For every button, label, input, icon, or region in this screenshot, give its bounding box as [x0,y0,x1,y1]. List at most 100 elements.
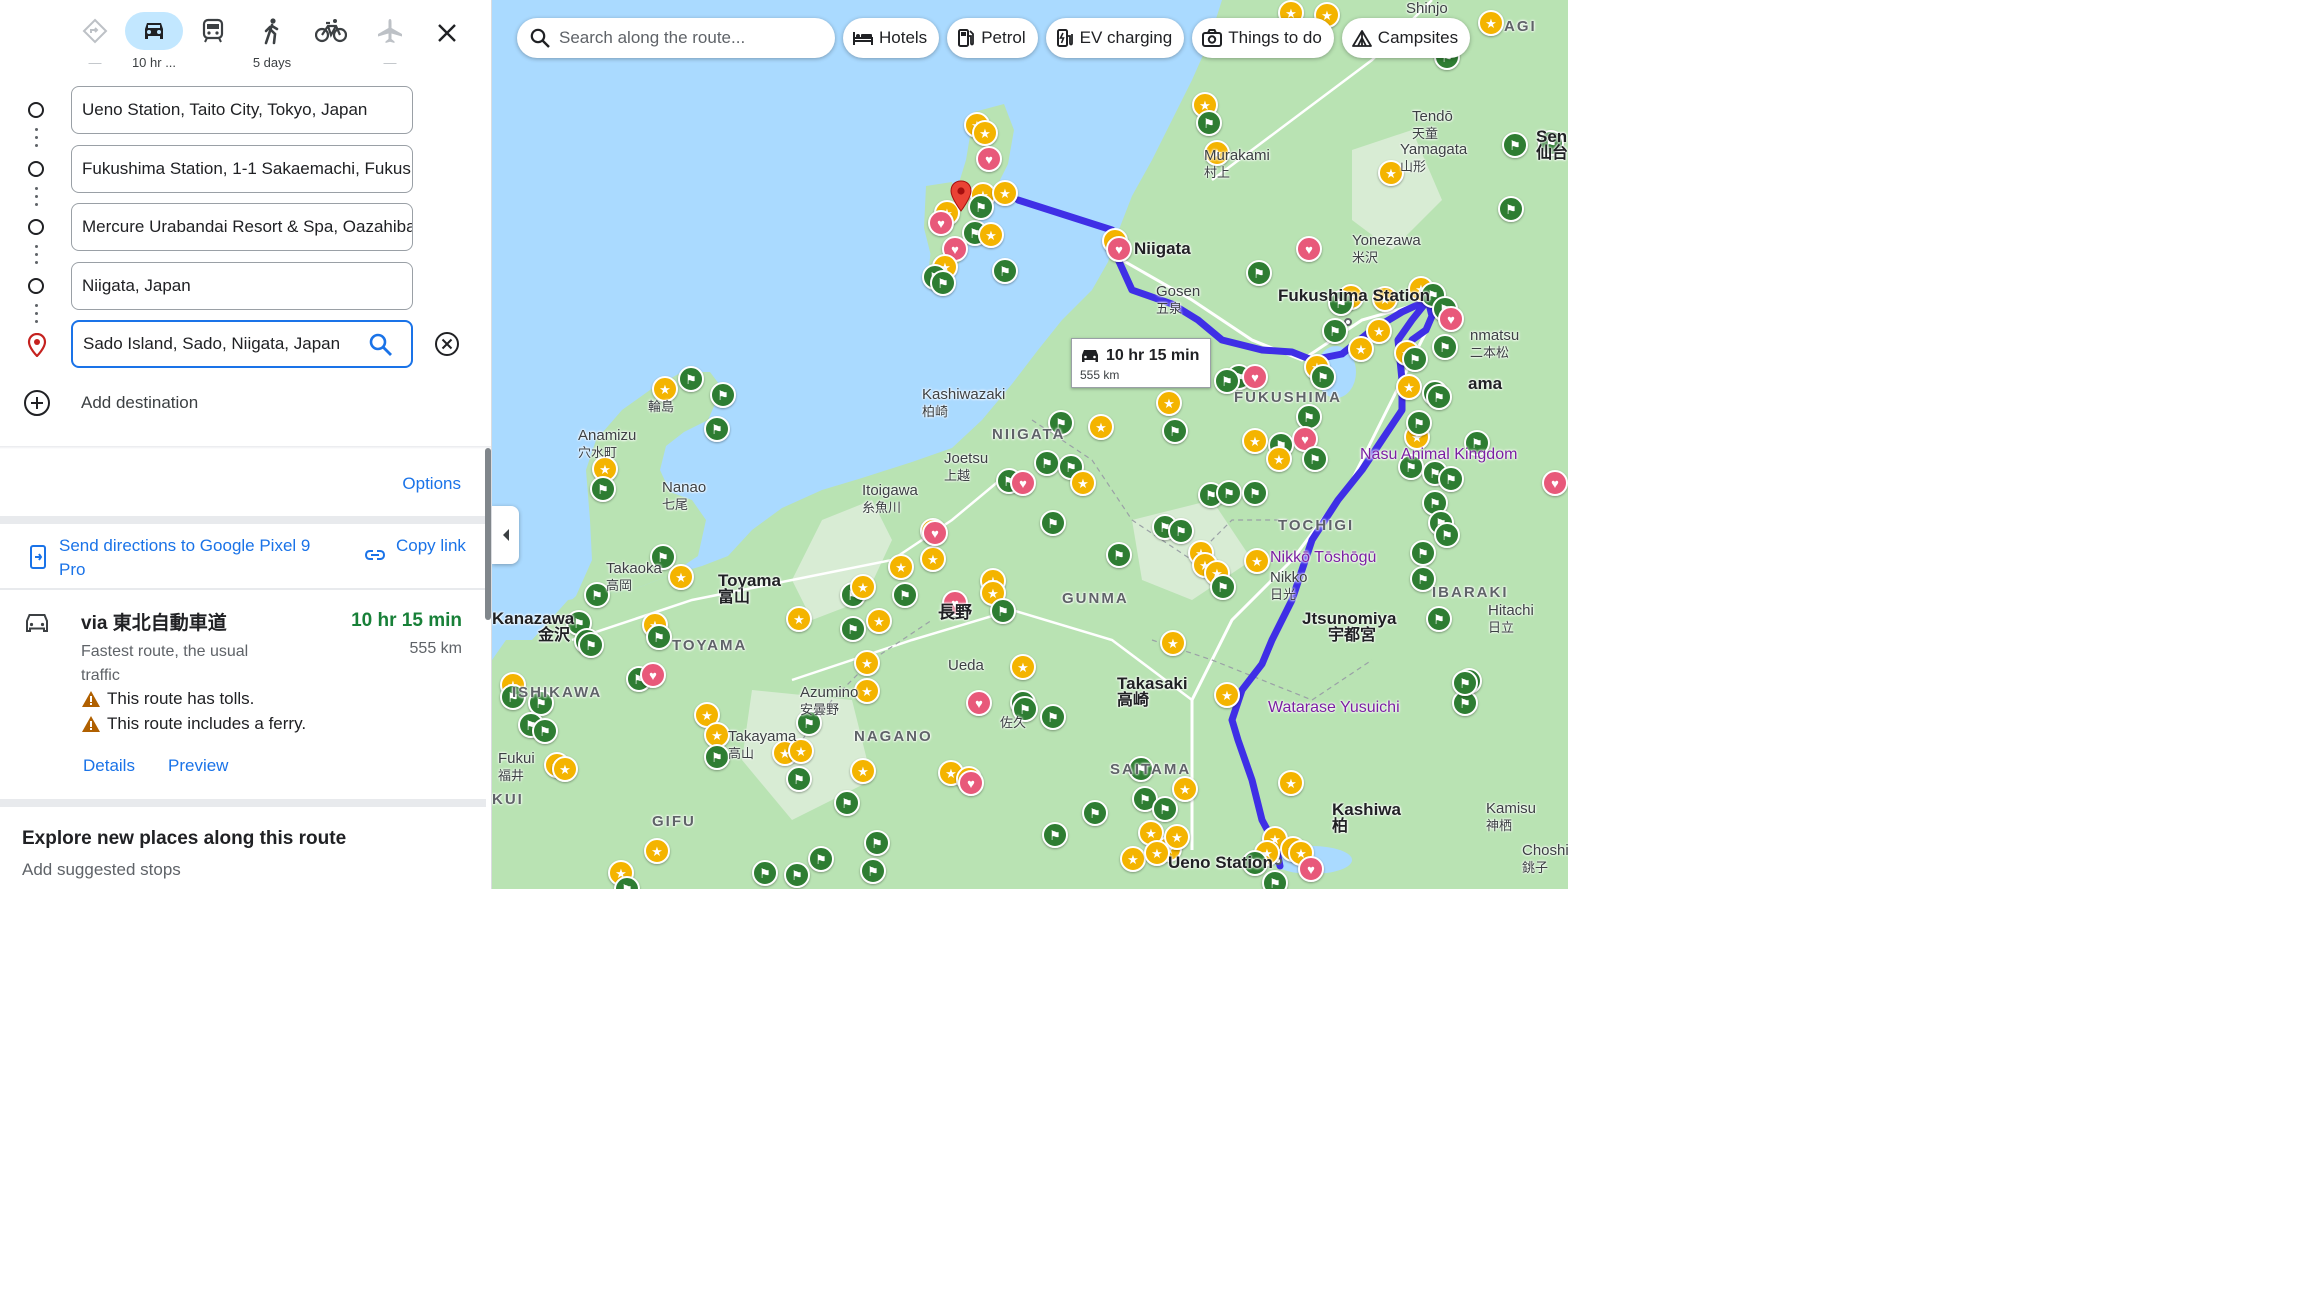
flag-marker-icon[interactable]: ⚑ [1432,334,1458,360]
flag-marker-icon[interactable]: ⚑ [1434,522,1460,548]
star-marker-icon[interactable]: ★ [668,564,694,590]
chip-petrol[interactable]: Petrol [947,18,1038,58]
flag-marker-icon[interactable]: ⚑ [1438,466,1464,492]
destination-pin-icon[interactable] [950,180,972,212]
flag-marker-icon[interactable]: ⚑ [1162,418,1188,444]
star-marker-icon[interactable]: ★ [552,756,578,782]
heart-marker-icon[interactable]: ♥ [928,210,954,236]
flag-marker-icon[interactable]: ⚑ [1410,540,1436,566]
flag-marker-icon[interactable]: ⚑ [990,598,1016,624]
flag-marker-icon[interactable]: ⚑ [930,270,956,296]
star-marker-icon[interactable]: ★ [1214,682,1240,708]
flag-marker-icon[interactable]: ⚑ [1210,574,1236,600]
heart-marker-icon[interactable]: ♥ [640,662,666,688]
flag-marker-icon[interactable]: ⚑ [1322,318,1348,344]
flag-marker-icon[interactable]: ⚑ [1502,132,1528,158]
flag-marker-icon[interactable]: ⚑ [704,416,730,442]
heart-marker-icon[interactable]: ♥ [966,690,992,716]
chip-ev-charging[interactable]: EV charging [1045,18,1185,58]
map-canvas[interactable]: ★★★★⚑★★⚑⚑⚑⚑★★♥★★★♥⚑★♥★⚑⚑⚑⚑★♥⚑♥★⚑★★⚑⚑♥★⚑★… [492,0,1568,889]
flag-marker-icon[interactable]: ⚑ [808,846,834,872]
flag-marker-icon[interactable]: ⚑ [1042,822,1068,848]
mode-cycling[interactable] [302,12,360,72]
flag-marker-icon[interactable]: ⚑ [710,382,736,408]
start-input[interactable]: Ueno Station, Taito City, Tokyo, Japan [71,86,413,134]
star-marker-icon[interactable]: ★ [1144,840,1170,866]
poi-nikko-toshogu[interactable]: Nikkō Tōshōgū [1270,549,1376,566]
heart-marker-icon[interactable]: ♥ [1106,236,1132,262]
chip-campsites[interactable]: Campsites [1341,18,1471,58]
flag-marker-icon[interactable]: ⚑ [704,744,730,770]
star-marker-icon[interactable]: ★ [1348,336,1374,362]
heart-marker-icon[interactable]: ♥ [1542,470,1568,496]
poi-watarase-yusuichi[interactable]: Watarase Yusuichi [1268,699,1400,716]
star-marker-icon[interactable]: ★ [1172,776,1198,802]
panel-scrollbar[interactable] [485,448,491,620]
flag-marker-icon[interactable]: ⚑ [1082,800,1108,826]
chip-things-to-do[interactable]: Things to do [1192,18,1334,58]
flag-marker-icon[interactable]: ⚑ [1310,364,1336,390]
heart-marker-icon[interactable]: ♥ [1438,306,1464,332]
flag-marker-icon[interactable]: ⚑ [646,624,672,650]
chip-hotels[interactable]: Hotels [843,18,940,58]
star-marker-icon[interactable]: ★ [1010,654,1036,680]
flag-marker-icon[interactable]: ⚑ [1216,480,1242,506]
flag-marker-icon[interactable]: ⚑ [1106,542,1132,568]
flag-marker-icon[interactable]: ⚑ [786,766,812,792]
details-button[interactable]: Details [83,756,135,776]
star-marker-icon[interactable]: ★ [1478,10,1504,36]
flag-marker-icon[interactable]: ⚑ [784,862,810,888]
star-marker-icon[interactable]: ★ [972,120,998,146]
poi-nasu-animal-kingdom[interactable]: Nasu Animal Kingdom [1360,446,1517,463]
flag-marker-icon[interactable]: ⚑ [1452,670,1478,696]
flag-marker-icon[interactable]: ⚑ [1034,450,1060,476]
flag-marker-icon[interactable]: ⚑ [892,582,918,608]
star-marker-icon[interactable]: ★ [1120,846,1146,872]
flag-marker-icon[interactable]: ⚑ [1242,480,1268,506]
flag-marker-icon[interactable]: ⚑ [1152,796,1178,822]
waypoint-input-3[interactable]: Niigata, Japan [71,262,413,310]
search-icon[interactable] [368,332,394,358]
destination-input[interactable]: Sado Island, Sado, Niigata, Japan [71,320,413,368]
mode-flights[interactable]: — [361,12,419,72]
star-marker-icon[interactable]: ★ [786,606,812,632]
flag-marker-icon[interactable]: ⚑ [1040,510,1066,536]
star-marker-icon[interactable]: ★ [1396,374,1422,400]
flag-marker-icon[interactable]: ⚑ [678,366,704,392]
flag-marker-icon[interactable]: ⚑ [752,860,778,886]
flag-marker-icon[interactable]: ⚑ [860,858,886,884]
star-marker-icon[interactable]: ★ [1070,470,1096,496]
flag-marker-icon[interactable]: ⚑ [1168,518,1194,544]
star-marker-icon[interactable]: ★ [866,608,892,634]
heart-marker-icon[interactable]: ♥ [958,770,984,796]
flag-marker-icon[interactable]: ⚑ [578,632,604,658]
heart-marker-icon[interactable]: ♥ [1242,364,1268,390]
heart-marker-icon[interactable]: ♥ [1296,236,1322,262]
flag-marker-icon[interactable]: ⚑ [1498,196,1524,222]
flag-marker-icon[interactable]: ⚑ [1246,260,1272,286]
add-destination-button[interactable]: Add destination [0,386,491,422]
star-marker-icon[interactable]: ★ [1088,414,1114,440]
star-marker-icon[interactable]: ★ [1156,390,1182,416]
flag-marker-icon[interactable]: ⚑ [532,718,558,744]
flag-marker-icon[interactable]: ⚑ [1302,446,1328,472]
star-marker-icon[interactable]: ★ [1278,770,1304,796]
heart-marker-icon[interactable]: ♥ [922,520,948,546]
flag-marker-icon[interactable]: ⚑ [1426,606,1452,632]
route-info-card[interactable]: 10 hr 15 min 555 km [1071,338,1211,388]
flag-marker-icon[interactable]: ⚑ [864,830,890,856]
copy-link-button[interactable]: Copy link [396,534,466,558]
star-marker-icon[interactable]: ★ [1266,446,1292,472]
flag-marker-icon[interactable]: ⚑ [992,258,1018,284]
mode-transit[interactable] [184,12,242,72]
star-marker-icon[interactable]: ★ [920,546,946,572]
mode-walking[interactable]: 5 days [243,12,301,72]
heart-marker-icon[interactable]: ♥ [976,146,1002,172]
flag-marker-icon[interactable]: ⚑ [1426,384,1452,410]
search-along-route[interactable]: Search along the route... [517,18,835,58]
collapse-panel-button[interactable] [492,506,519,564]
star-marker-icon[interactable]: ★ [1244,548,1270,574]
route-option[interactable]: via 東北自動車道 10 hr 15 min Fastest route, t… [0,598,486,788]
star-marker-icon[interactable]: ★ [850,574,876,600]
flag-marker-icon[interactable]: ⚑ [1402,346,1428,372]
